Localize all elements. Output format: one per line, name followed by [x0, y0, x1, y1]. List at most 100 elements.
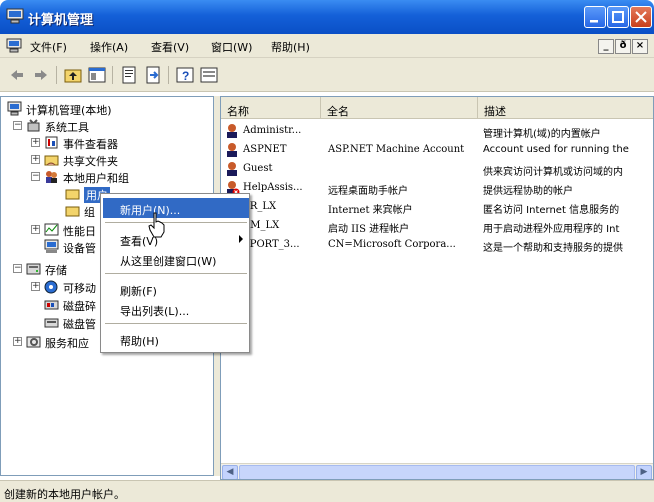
services-icon	[26, 336, 41, 348]
users-group-icon	[46, 171, 57, 183]
cell-fullname: 启动 IIS 进程帐户	[328, 224, 410, 235]
tree-label: 设备管	[63, 242, 96, 255]
menu-bar: 文件(F) 操作(A) 查看(V) 窗口(W) 帮助(H) _ ð ×	[0, 34, 654, 58]
menu-item-refresh[interactable]: 刷新(F)	[103, 279, 249, 299]
mdi-controls: _ ð ×	[597, 38, 648, 54]
cell-name: PPORT_3...	[243, 239, 300, 250]
tree-label: 共享文件夹	[63, 155, 118, 168]
toolbar: ?	[0, 58, 654, 92]
menu-help[interactable]: 帮助(H)	[271, 39, 310, 55]
forward-arrow-icon[interactable]	[32, 66, 50, 84]
column-header-fullname[interactable]: 全名	[321, 97, 478, 119]
back-arrow-icon[interactable]	[8, 66, 26, 84]
collapse-toggle[interactable]: −	[13, 264, 22, 273]
table-row[interactable]: ASPNET ASP.NET Machine Account Account u…	[221, 140, 653, 159]
device-manager-icon	[44, 239, 59, 253]
maximize-button[interactable]	[607, 6, 629, 28]
scroll-left-button[interactable]: ◀	[222, 465, 238, 479]
user-icon	[227, 162, 237, 176]
tree-label: 事件查看器	[63, 138, 118, 151]
disk-management-icon	[44, 318, 59, 328]
close-button[interactable]	[630, 6, 652, 28]
storage-icon	[26, 263, 41, 275]
expand-toggle[interactable]: +	[31, 282, 40, 291]
properties-icon[interactable]	[120, 66, 138, 84]
menu-item-export-list[interactable]: 导出列表(L)...	[103, 299, 249, 319]
menu-item-label: 刷新(F)	[120, 285, 157, 298]
cell-name: ASPNET	[243, 144, 287, 155]
show-tree-icon[interactable]	[88, 66, 106, 84]
title-bar[interactable]: 计算机管理	[0, 0, 654, 34]
menu-file[interactable]: 文件(F)	[30, 39, 67, 55]
console-menu-icon[interactable]	[6, 38, 22, 53]
cell-description: 管理计算机(域)的内置帐户	[483, 129, 601, 140]
cell-description: 这是一个帮助和支持服务的提供	[483, 243, 623, 254]
mdi-restore-button[interactable]: ð	[615, 39, 631, 54]
mdi-minimize-button[interactable]: _	[598, 39, 614, 54]
cell-fullname: 远程桌面助手帐户	[328, 186, 408, 197]
export-icon[interactable]	[144, 66, 162, 84]
cell-description: 用于启动进程外应用程序的 Int	[483, 224, 620, 235]
menu-item-help[interactable]: 帮助(H)	[103, 329, 249, 349]
scroll-thumb[interactable]	[239, 465, 635, 479]
collapse-toggle[interactable]: −	[13, 121, 22, 130]
expand-toggle[interactable]: +	[31, 155, 40, 164]
table-row[interactable]: HelpAssis... 远程桌面助手帐户 提供远程协助的帐户	[221, 178, 653, 197]
removable-storage-icon	[44, 280, 58, 294]
cell-name: Administr...	[243, 125, 302, 136]
cell-name: HelpAssis...	[243, 182, 303, 193]
toolbar-separator	[56, 66, 57, 84]
cell-description: 匿名访问 Internet 信息服务的	[483, 205, 620, 216]
svg-text:?: ?	[182, 69, 189, 83]
cell-description: 提供远程协助的帐户	[483, 186, 573, 197]
cell-description: 供来宾访问计算机或访问域的内	[483, 167, 623, 178]
submenu-arrow-icon	[239, 235, 243, 243]
menu-item-view[interactable]: 查看(V)	[103, 229, 249, 249]
status-text: 创建新的本地用户帐户。	[4, 488, 125, 501]
help-icon[interactable]: ?	[176, 66, 194, 84]
tree-label: 组	[84, 206, 95, 219]
collapse-toggle[interactable]: −	[31, 172, 40, 181]
menu-window[interactable]: 窗口(W)	[211, 39, 252, 55]
expand-toggle[interactable]: +	[31, 225, 40, 234]
user-icon	[227, 124, 237, 138]
table-row[interactable]: PPORT_3... CN=Microsoft Corpora... 这是一个帮…	[221, 235, 653, 254]
menu-item-label: 导出列表(L)...	[120, 305, 190, 318]
computer-management-icon	[6, 8, 24, 24]
mdi-close-button[interactable]: ×	[632, 39, 648, 54]
maximize-icon	[612, 11, 624, 23]
menu-item-new-user[interactable]: 新用户(N)...	[103, 198, 249, 218]
horizontal-scrollbar[interactable]: ◀ ▶	[221, 463, 653, 479]
scroll-right-button[interactable]: ▶	[636, 465, 652, 479]
table-row[interactable]: AM_LX 启动 IIS 进程帐户 用于启动进程外应用程序的 Int	[221, 216, 653, 235]
expand-toggle[interactable]: +	[13, 337, 22, 346]
computer-icon	[7, 101, 22, 116]
toolbar-separator	[168, 66, 169, 84]
up-folder-icon[interactable]	[64, 66, 82, 84]
column-header-name[interactable]: 名称	[221, 97, 321, 119]
folder-icon	[65, 206, 80, 217]
table-row[interactable]: SR_LX Internet 来宾帐户 匿名访问 Internet 信息服务的	[221, 197, 653, 216]
minimize-button[interactable]	[584, 6, 606, 28]
status-bar: 创建新的本地用户帐户。	[0, 480, 654, 502]
shared-folder-icon	[44, 155, 59, 166]
tree-label: 性能日	[63, 225, 96, 238]
menu-action[interactable]: 操作(A)	[90, 39, 128, 55]
column-header-description[interactable]: 描述	[478, 97, 653, 119]
hand-cursor-icon	[148, 212, 165, 238]
menu-separator	[105, 222, 247, 223]
toolbar-separator	[112, 66, 113, 84]
console-icon[interactable]	[200, 66, 218, 84]
tree-label: 本地用户和组	[63, 172, 129, 185]
table-row[interactable]: Guest 供来宾访问计算机或访问域的内	[221, 159, 653, 178]
user-list[interactable]: 名称 全名 描述 Administr... 管理计算机(域)的内置帐户 ASPN…	[220, 96, 654, 480]
expand-toggle[interactable]: +	[31, 138, 40, 147]
window-title: 计算机管理	[28, 13, 94, 28]
cell-fullname: ASP.NET Machine Account	[328, 144, 465, 155]
table-row[interactable]: Administr... 管理计算机(域)的内置帐户	[221, 121, 653, 140]
menu-item-new-window[interactable]: 从这里创建窗口(W)	[103, 249, 249, 269]
tree-label: 计算机管理(本地)	[26, 104, 112, 117]
menu-view[interactable]: 查看(V)	[151, 39, 189, 55]
defragmenter-icon	[44, 300, 59, 310]
tree-label: 服务和应	[45, 337, 89, 350]
